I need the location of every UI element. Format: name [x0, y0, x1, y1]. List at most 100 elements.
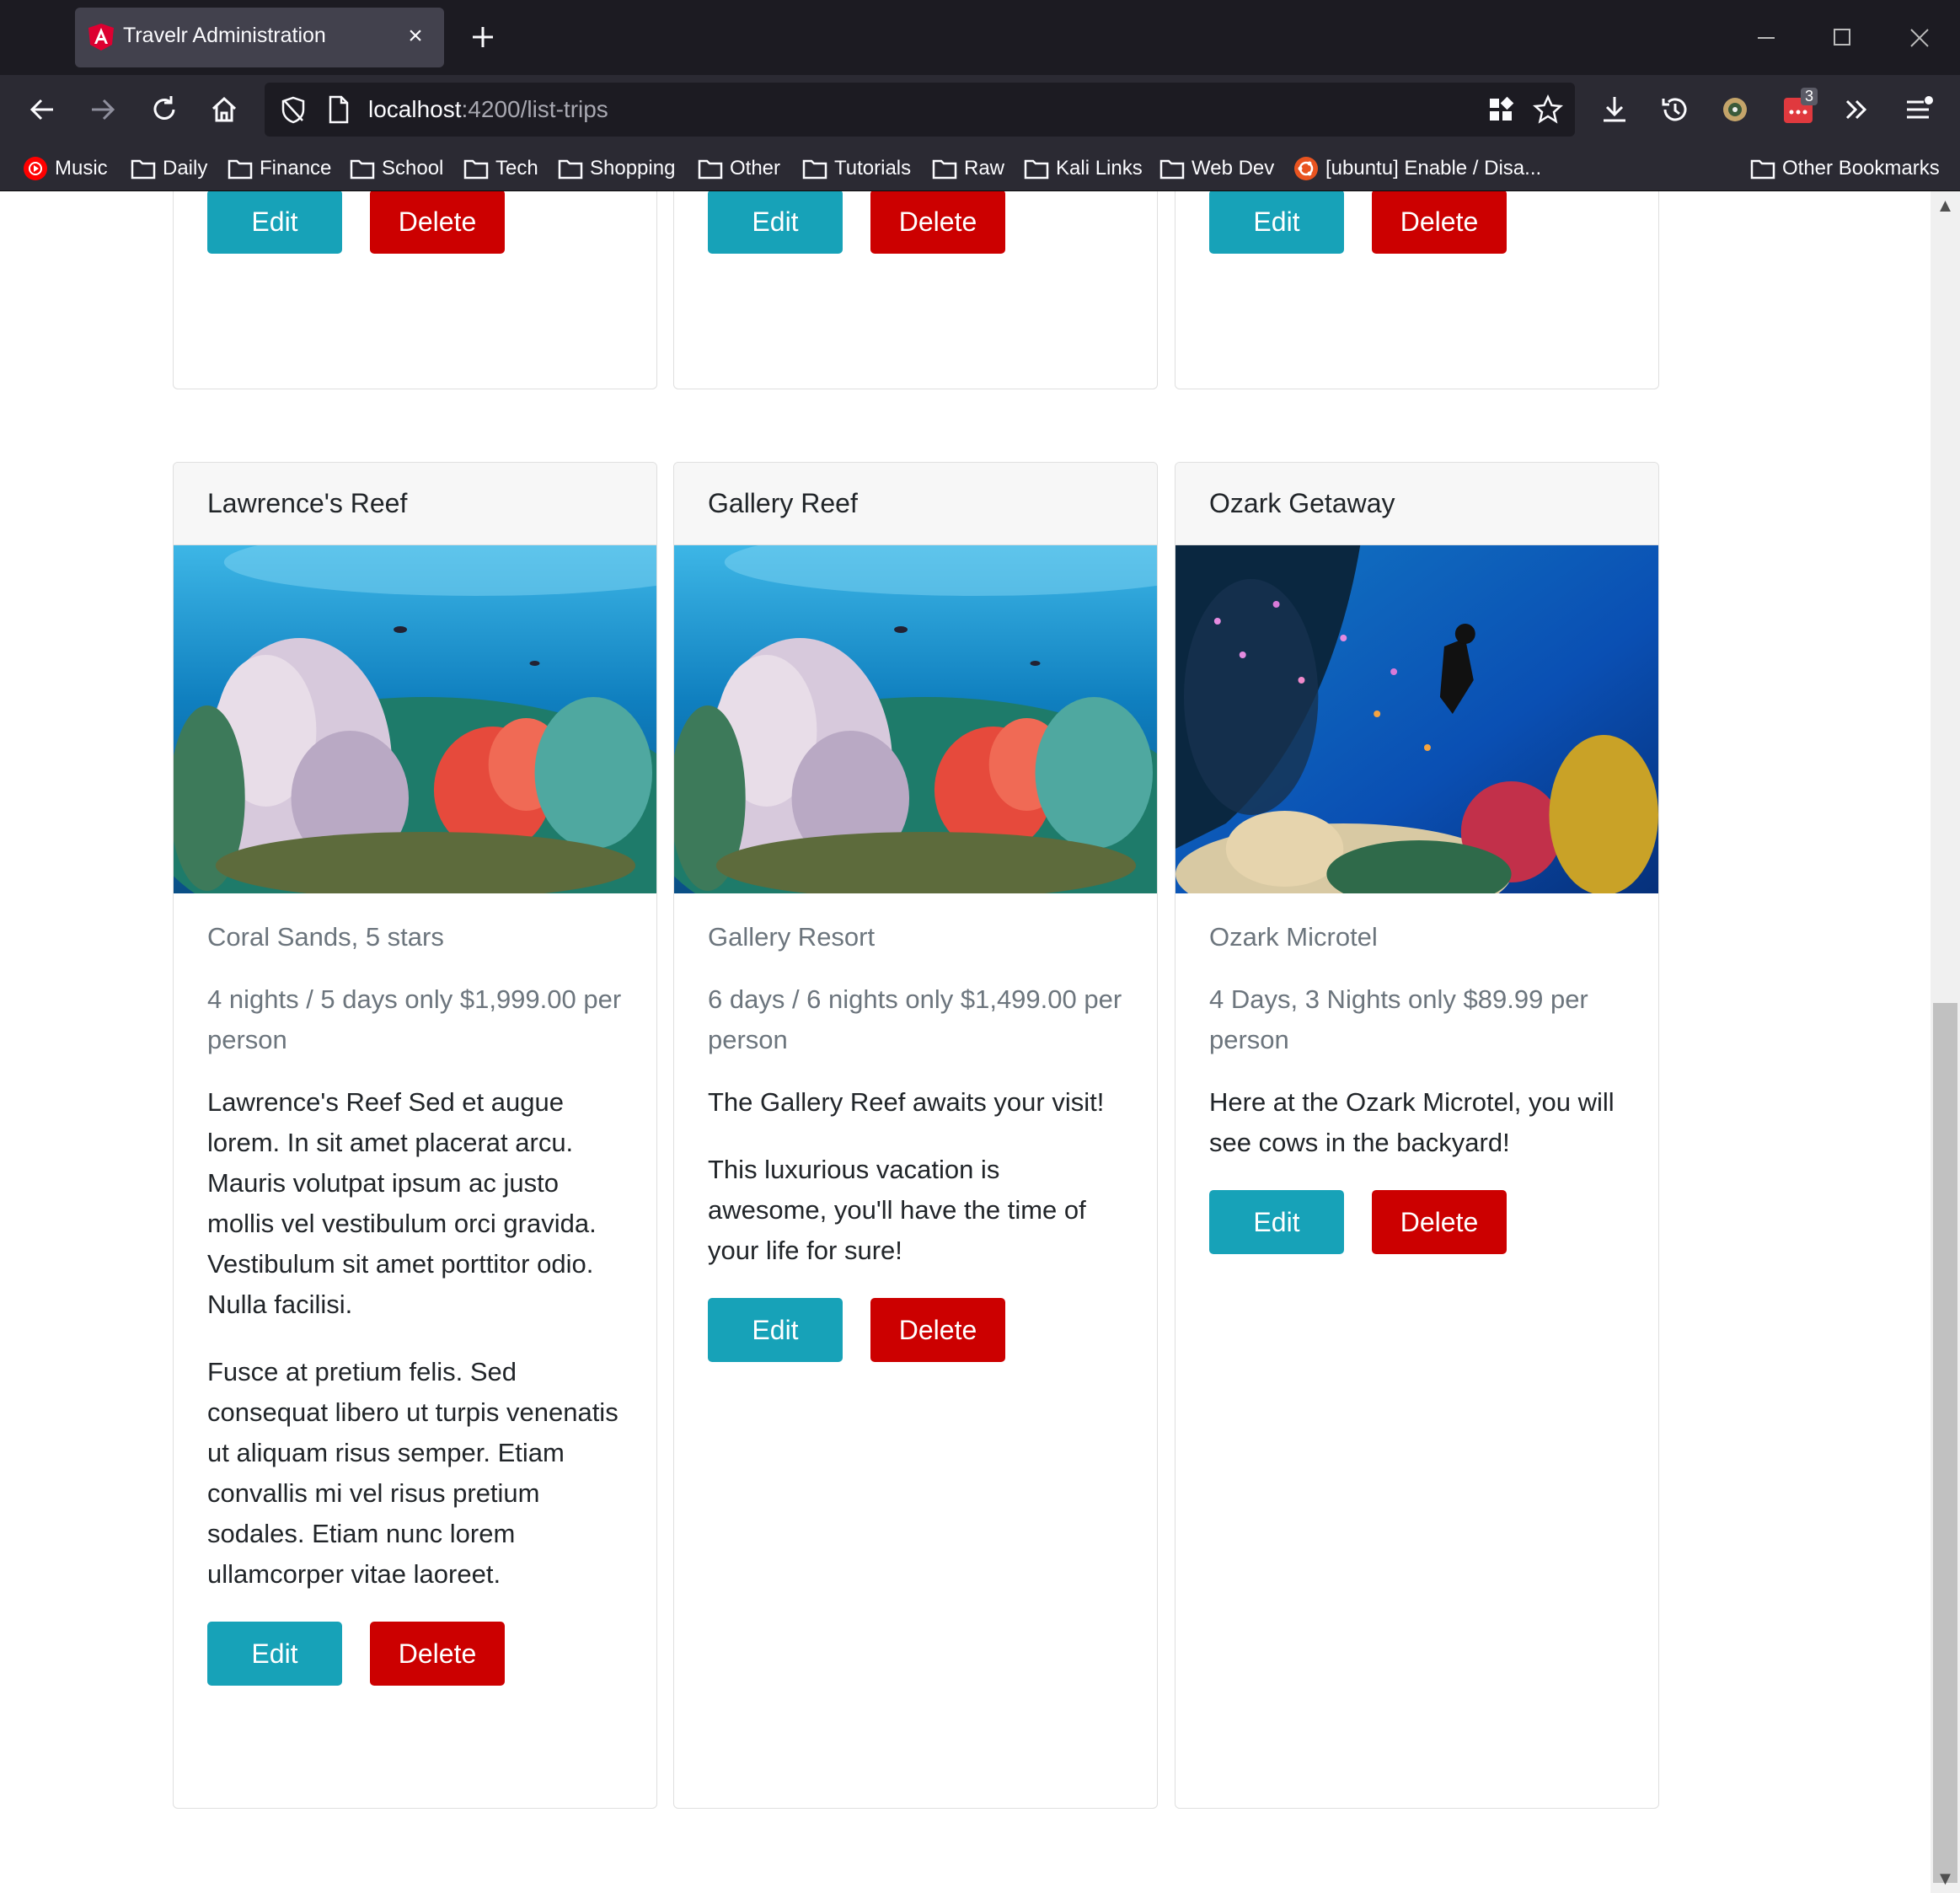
url-path: :4200/list-trips [461, 96, 608, 122]
url-text[interactable]: localhost:4200/list-trips [368, 96, 608, 123]
edit-button[interactable]: Edit [1209, 191, 1344, 254]
extension-icon[interactable]: 3 [1782, 88, 1818, 126]
bookmark-tutorials[interactable]: Tutorials [802, 153, 911, 184]
navigation-toolbar: localhost:4200/list-trips 3 [0, 75, 1960, 145]
card-actions: Edit Delete [708, 191, 1005, 254]
card-actions: Edit Delete [207, 1622, 623, 1686]
maximize-icon[interactable] [1817, 17, 1867, 59]
description-paragraph: Here at the Ozark Microtel, you will see… [1209, 1087, 1615, 1157]
trip-card: Ozark Getaway Ozark Microtel 4 Days, 3 N… [1175, 462, 1659, 1809]
back-icon[interactable] [21, 88, 63, 131]
edit-button[interactable]: Edit [708, 1298, 843, 1362]
close-tab-icon[interactable]: × [399, 19, 432, 53]
description-paragraph: The Gallery Reef awaits your visit! [708, 1087, 1105, 1117]
scrollbar-thumb[interactable] [1933, 1003, 1957, 1883]
card-actions: Edit Delete [1209, 191, 1507, 254]
tracking-protection-icon[interactable] [276, 93, 310, 126]
delete-button[interactable]: Delete [370, 1622, 505, 1686]
package-text: 4 Days, 3 Nights only $89.99 per person [1209, 984, 1588, 1054]
card-body: Coral Sands, 5 stars 4 nights / 5 days o… [174, 893, 656, 1686]
trip-title: Ozark Getaway [1175, 463, 1658, 545]
bookmark-label: Daily [163, 157, 208, 180]
bookmark-label: Tutorials [834, 157, 912, 180]
bookmark-tech[interactable]: Tech [463, 153, 538, 184]
bookmark-label: Finance [260, 157, 332, 180]
folder-icon [932, 159, 957, 180]
card-body: Ozark Microtel 4 Days, 3 Nights only $89… [1175, 893, 1658, 1254]
folder-icon [1024, 159, 1049, 180]
bookmark-school[interactable]: School [350, 153, 443, 184]
delete-button[interactable]: Delete [1372, 1190, 1507, 1254]
folder-icon [1750, 159, 1775, 180]
title-bar: Travelr Administration × [0, 0, 1960, 75]
delete-button[interactable]: Delete [370, 191, 505, 254]
folder-icon [802, 159, 827, 180]
vertical-scrollbar[interactable]: ▲ ▼ [1931, 191, 1960, 1893]
scroll-up-icon[interactable]: ▲ [1931, 193, 1960, 218]
page-info-icon[interactable] [324, 94, 352, 126]
delete-button[interactable]: Delete [870, 191, 1005, 254]
bookmark-label: [ubuntu] Enable / Disa... [1325, 157, 1542, 180]
bookmark-label: Web Dev [1192, 157, 1275, 180]
bookmark-ubuntu[interactable]: [ubuntu] Enable / Disa... [1293, 153, 1541, 184]
apps-grid-icon[interactable] [1485, 94, 1517, 126]
bookmark-label: Music [55, 157, 108, 180]
other-bookmarks[interactable]: Other Bookmarks [1750, 153, 1940, 184]
edit-button[interactable]: Edit [207, 191, 342, 254]
profile-extension-icon[interactable] [1714, 88, 1756, 131]
folder-icon [463, 159, 489, 180]
coral-reef-photo [674, 545, 1157, 893]
reload-icon[interactable] [143, 88, 185, 131]
folder-icon [558, 159, 583, 180]
overflow-chevron-icon[interactable] [1835, 88, 1877, 131]
ubuntu-icon [1294, 157, 1318, 180]
bookmark-star-icon[interactable] [1531, 93, 1565, 126]
description-paragraph: Lawrence's Reef Sed et augue lorem. In s… [207, 1087, 597, 1319]
bookmark-web-dev[interactable]: Web Dev [1159, 153, 1274, 184]
description-paragraph: Fusce at pretium felis. Sed consequat li… [207, 1357, 619, 1589]
downloads-icon[interactable] [1593, 88, 1636, 131]
address-bar[interactable]: localhost:4200/list-trips [265, 83, 1575, 137]
close-window-icon[interactable] [1894, 17, 1945, 59]
minimize-icon[interactable] [1741, 17, 1791, 59]
folder-icon [698, 159, 723, 180]
trip-card-partial: Edit Delete [173, 191, 657, 389]
trip-card-partial: Edit Delete [673, 191, 1158, 389]
trip-card-partial: Edit Delete [1175, 191, 1659, 389]
bookmark-raw[interactable]: Raw [932, 153, 1004, 184]
url-host: localhost [368, 96, 462, 122]
trip-title: Gallery Reef [674, 463, 1157, 545]
extension-badge: 3 [1800, 88, 1818, 105]
bookmark-daily[interactable]: Daily [131, 153, 207, 184]
browser-tab[interactable]: Travelr Administration × [75, 8, 444, 67]
bookmark-label: Other [730, 157, 781, 180]
trip-title: Lawrence's Reef [174, 463, 656, 545]
delete-button[interactable]: Delete [870, 1298, 1005, 1362]
home-icon[interactable] [203, 88, 245, 131]
edit-button[interactable]: Edit [207, 1622, 342, 1686]
resort-name: Coral Sands, 5 stars [207, 922, 444, 952]
folder-icon [1159, 159, 1185, 180]
delete-button[interactable]: Delete [1372, 191, 1507, 254]
bookmark-shopping[interactable]: Shopping [558, 153, 675, 184]
new-tab-icon[interactable] [464, 19, 501, 56]
bookmark-label: Raw [964, 157, 1005, 180]
history-icon[interactable] [1654, 88, 1696, 131]
resort-name: Gallery Resort [708, 922, 876, 952]
edit-button[interactable]: Edit [1209, 1190, 1344, 1254]
bookmark-label: Shopping [590, 157, 676, 180]
card-body: Gallery Resort 6 days / 6 nights only $1… [674, 893, 1157, 1362]
bookmark-label: School [382, 157, 444, 180]
bookmark-other[interactable]: Other [698, 153, 780, 184]
page-viewport: Edit Delete Edit Delete Edit Delete Lawr… [0, 191, 1960, 1893]
scroll-down-icon[interactable]: ▼ [1931, 1866, 1960, 1891]
youtube-music-icon [24, 157, 47, 180]
bookmark-music[interactable]: Music [23, 153, 108, 184]
bookmark-finance[interactable]: Finance [228, 153, 331, 184]
forward-icon[interactable] [82, 88, 124, 131]
bookmark-kali-links[interactable]: Kali Links [1024, 153, 1143, 184]
resort-name: Ozark Microtel [1209, 922, 1378, 952]
edit-button[interactable]: Edit [708, 191, 843, 254]
card-actions: Edit Delete [1209, 1190, 1625, 1254]
menu-icon[interactable] [1897, 88, 1939, 131]
